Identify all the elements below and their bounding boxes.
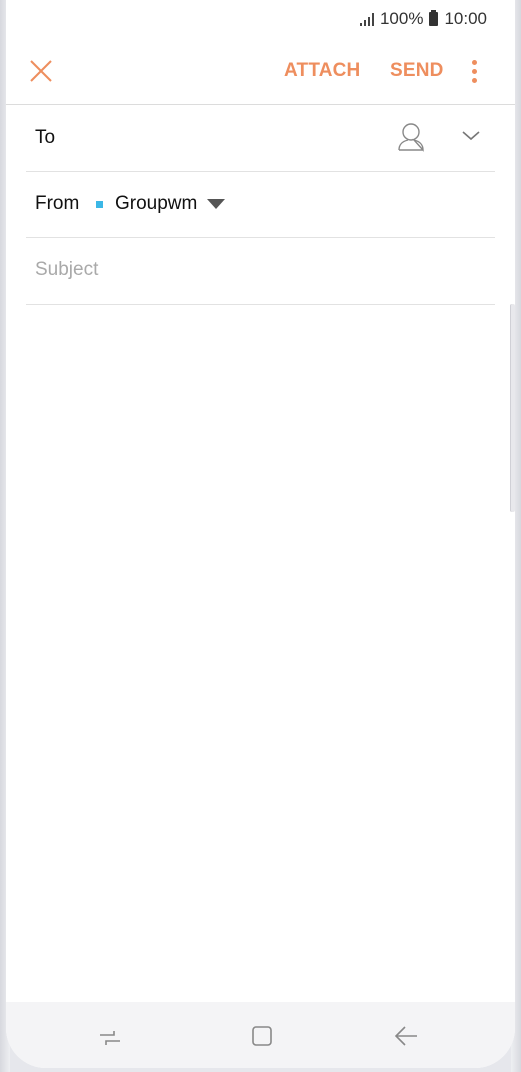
more-options-icon xyxy=(471,59,477,65)
back-button[interactable] xyxy=(392,1022,420,1050)
send-button[interactable]: SEND xyxy=(390,60,444,82)
signal-icon xyxy=(359,12,374,26)
clock: 10:00 xyxy=(444,9,487,28)
battery-icon xyxy=(429,10,439,26)
chevron-down-icon xyxy=(462,131,480,141)
home-icon xyxy=(252,1026,272,1046)
device-frame: 100% 10:00 ATTACH SEND To From Groupwm S… xyxy=(0,0,521,1072)
from-label: From xyxy=(35,193,80,214)
contact-person-icon xyxy=(398,123,424,152)
close-button[interactable] xyxy=(26,56,56,86)
from-account-dropdown[interactable]: Groupwm xyxy=(96,192,226,216)
more-options-button[interactable] xyxy=(464,56,484,86)
action-bar: ATTACH SEND xyxy=(6,44,515,102)
navigation-bar xyxy=(6,1002,515,1068)
contact-picker-button[interactable] xyxy=(396,121,426,153)
email-body-editor[interactable] xyxy=(26,306,495,1002)
compose-email-screen: 100% 10:00 ATTACH SEND To From Groupwm S… xyxy=(6,0,515,1068)
back-icon xyxy=(394,1026,417,1046)
to-row[interactable]: To xyxy=(26,105,495,172)
home-button[interactable] xyxy=(248,1022,276,1050)
from-account-name: Groupwm xyxy=(115,193,198,214)
subject-row xyxy=(26,238,495,305)
dropdown-arrow-icon xyxy=(207,199,226,209)
attach-button[interactable]: ATTACH xyxy=(284,60,360,82)
to-label: To xyxy=(35,127,56,148)
recent-apps-button[interactable] xyxy=(96,1022,124,1050)
expand-recipients-button[interactable] xyxy=(460,127,482,143)
battery-percent: 100% xyxy=(379,9,424,28)
recent-apps-icon xyxy=(100,1031,120,1045)
subject-input[interactable] xyxy=(35,252,475,288)
scroll-handle[interactable] xyxy=(510,304,515,512)
from-row: From Groupwm xyxy=(26,171,495,238)
account-color-indicator xyxy=(96,200,103,208)
status-bar: 100% 10:00 xyxy=(359,8,487,30)
close-icon xyxy=(30,60,52,82)
